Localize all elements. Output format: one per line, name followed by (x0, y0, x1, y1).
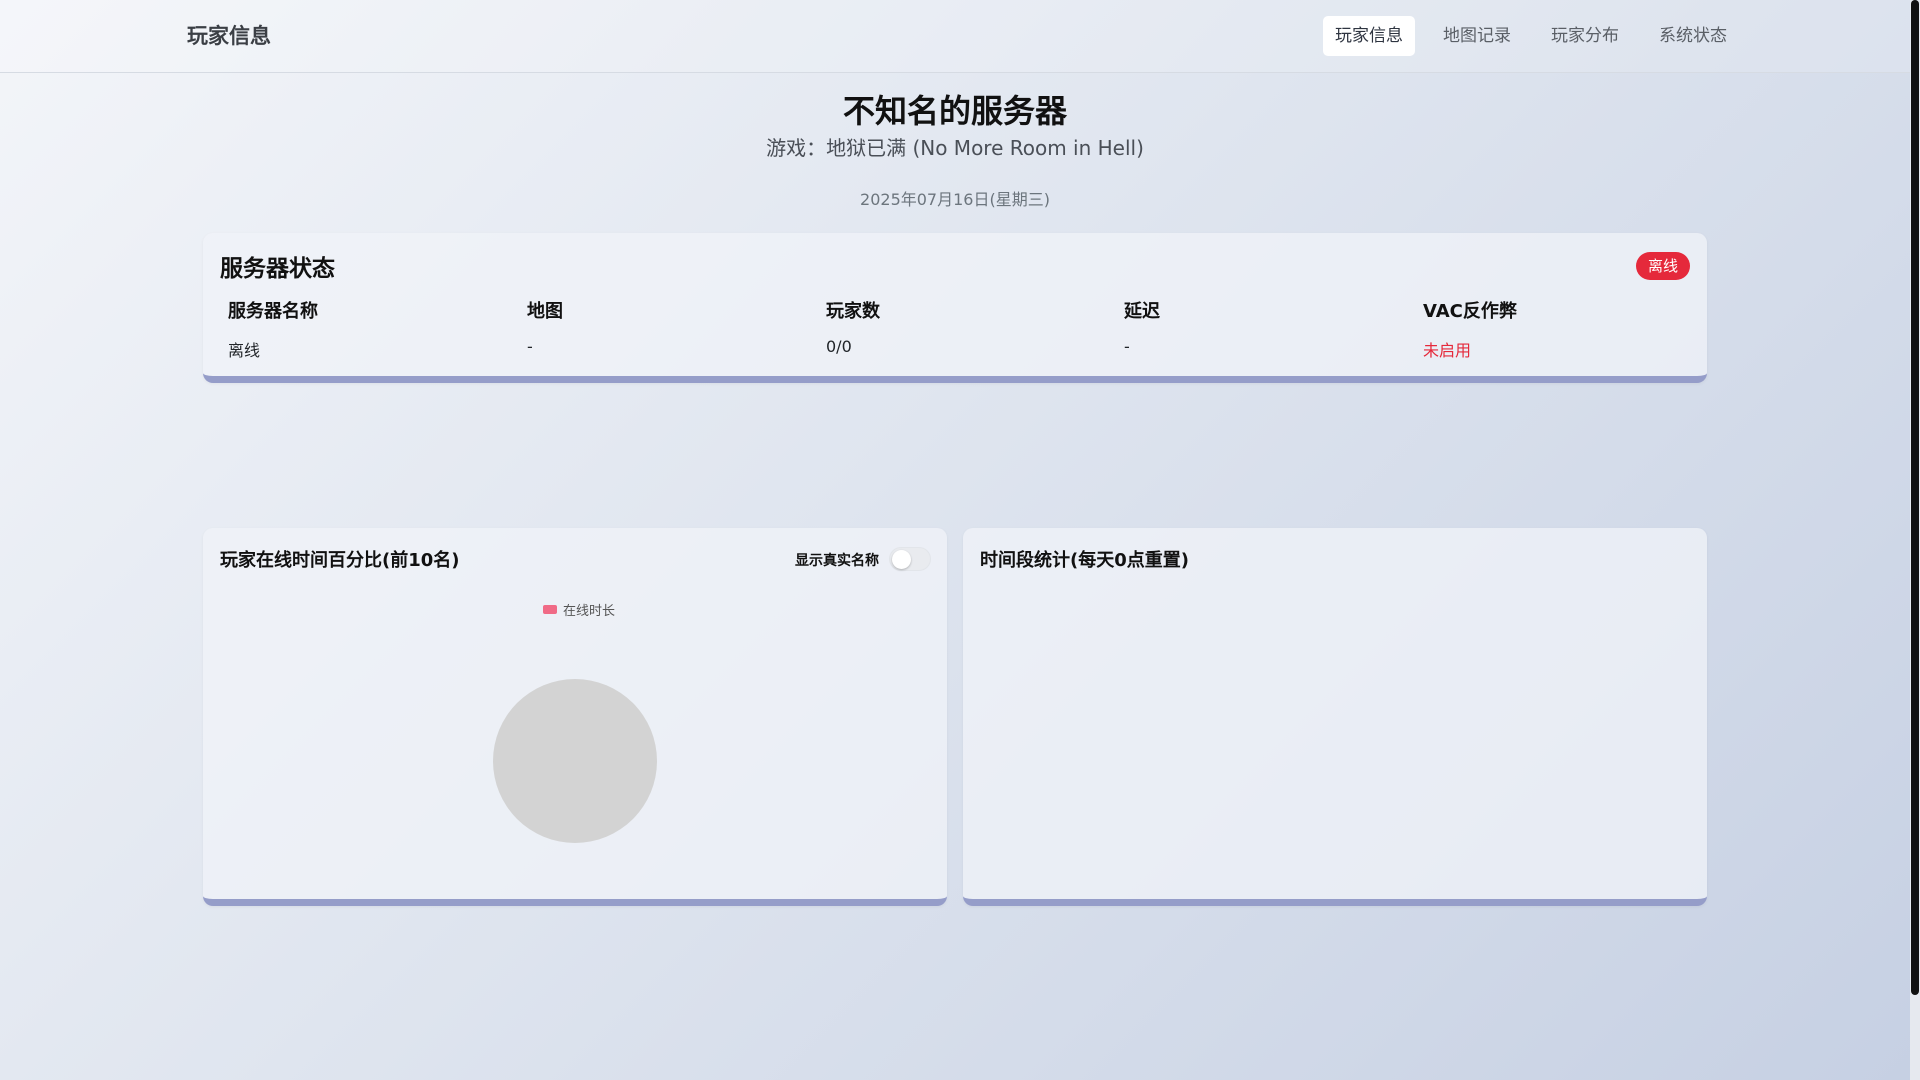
status-value-vac: 未启用 (1423, 341, 1472, 360)
nav-link-system-status[interactable]: 系统状态 (1647, 16, 1739, 56)
status-value: - (527, 337, 533, 356)
status-col-latency: 延迟 - (1124, 297, 1414, 356)
page-title: 不知名的服务器 (842, 92, 1067, 130)
scrollbar-track[interactable] (1910, 0, 1920, 1080)
nav-link-player-info[interactable]: 玩家信息 (1323, 16, 1415, 56)
status-header: 玩家数 (826, 301, 880, 322)
status-header: 服务器名称 (228, 301, 318, 322)
status-header: VAC反作弊 (1423, 301, 1517, 322)
status-col-server-name: 服务器名称 离线 (228, 297, 518, 361)
status-header: 地图 (527, 301, 563, 322)
status-col-players: 玩家数 0/0 (826, 297, 1116, 356)
status-value: 0/0 (826, 337, 852, 356)
status-header: 延迟 (1124, 301, 1160, 322)
time-period-chart-card: 时间段统计(每天0点重置) (963, 528, 1707, 906)
page-date: 2025年07月16日(星期三) (860, 190, 1050, 209)
server-status-card: 服务器状态 离线 服务器名称 离线 地图 - 玩家数 0/0 延迟 - VAC反… (203, 233, 1707, 383)
status-col-vac: VAC反作弊 未启用 (1423, 297, 1713, 361)
status-badge: 离线 (1635, 252, 1690, 280)
pie-empty-placeholder (493, 679, 657, 843)
time-period-chart-title: 时间段统计(每天0点重置) (980, 550, 1189, 571)
navbar-brand[interactable]: 玩家信息 (187, 20, 271, 50)
online-time-chart-card: 玩家在线时间百分比(前10名) 显示真实名称 在线时长 (203, 528, 947, 906)
server-status-title: 服务器状态 (220, 256, 335, 282)
page-subtitle: 游戏：地狱已满 (No More Room in Hell) (766, 136, 1144, 160)
nav-link-map-records[interactable]: 地图记录 (1431, 16, 1523, 56)
navbar: 玩家信息 玩家信息 地图记录 玩家分布 系统状态 (0, 0, 1910, 73)
nav-link-player-distribution[interactable]: 玩家分布 (1539, 16, 1631, 56)
scrollbar-thumb[interactable] (1911, 0, 1919, 995)
online-time-pie-chart (493, 679, 657, 843)
status-value: 离线 (228, 341, 261, 360)
status-col-map: 地图 - (527, 297, 817, 356)
nav-links: 玩家信息 地图记录 玩家分布 系统状态 (1323, 16, 1755, 56)
status-value: - (1124, 337, 1130, 356)
